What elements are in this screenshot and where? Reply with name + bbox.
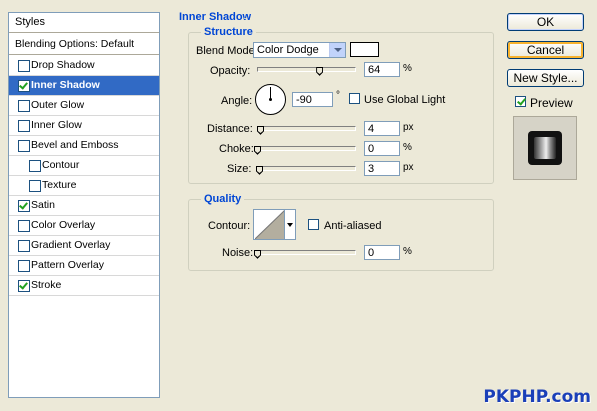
- size-slider-track[interactable]: [257, 166, 356, 171]
- choke-input[interactable]: 0: [364, 141, 400, 156]
- styles-header[interactable]: Styles: [9, 13, 159, 33]
- new-style-label: New Style...: [513, 71, 578, 85]
- quality-title: Quality: [201, 193, 245, 205]
- style-item-label: Bevel and Emboss: [31, 139, 119, 151]
- style-item-label: Contour: [42, 159, 80, 171]
- chevron-down-icon: [287, 223, 293, 227]
- distance-label: Distance:: [207, 123, 253, 135]
- style-item-bevel-and-emboss[interactable]: Bevel and Emboss: [9, 136, 159, 156]
- styles-list: Styles Blending Options: Default Drop Sh…: [8, 12, 160, 398]
- watermark: PKPHP.com: [483, 387, 591, 407]
- structure-title: Structure: [201, 26, 256, 38]
- style-item-satin[interactable]: Satin: [9, 196, 159, 216]
- angle-input[interactable]: -90: [292, 92, 333, 107]
- blending-options-label: Blending Options: Default: [15, 38, 135, 50]
- choke-label: Choke:: [219, 143, 254, 155]
- blend-mode-value: Color Dodge: [257, 44, 319, 56]
- noise-input[interactable]: 0: [364, 245, 400, 260]
- chevron-down-icon[interactable]: [329, 43, 345, 57]
- style-item-inner-glow[interactable]: Inner Glow: [9, 116, 159, 136]
- noise-slider-track[interactable]: [257, 250, 356, 255]
- style-item-label: Drop Shadow: [31, 59, 95, 71]
- style-item-label: Color Overlay: [31, 219, 96, 231]
- opacity-unit: %: [403, 63, 412, 74]
- style-item-inner-shadow[interactable]: Inner Shadow: [9, 76, 159, 96]
- style-item-checkbox[interactable]: [18, 80, 30, 92]
- style-item-label: Outer Glow: [31, 99, 85, 111]
- contour-curve-icon: [255, 210, 285, 239]
- preview-thumbnail: [513, 116, 577, 180]
- anti-aliased-label[interactable]: Anti-aliased: [324, 220, 381, 232]
- noise-unit: %: [403, 246, 412, 257]
- style-item-outer-glow[interactable]: Outer Glow: [9, 96, 159, 116]
- opacity-input[interactable]: 64: [364, 62, 400, 77]
- style-item-checkbox[interactable]: [18, 240, 30, 252]
- style-item-label: Inner Shadow: [31, 79, 100, 91]
- blend-mode-select[interactable]: Color Dodge: [253, 42, 346, 58]
- style-item-checkbox[interactable]: [18, 220, 30, 232]
- contour-picker[interactable]: [253, 209, 296, 240]
- size-unit: px: [403, 162, 414, 173]
- contour-dropdown-arrow[interactable]: [284, 210, 295, 239]
- style-item-checkbox[interactable]: [18, 280, 30, 292]
- style-item-gradient-overlay[interactable]: Gradient Overlay: [9, 236, 159, 256]
- use-global-light-checkbox[interactable]: [349, 93, 360, 104]
- style-item-label: Gradient Overlay: [31, 239, 111, 251]
- choke-slider-track[interactable]: [257, 146, 356, 151]
- size-label: Size:: [227, 163, 252, 175]
- style-item-label: Pattern Overlay: [31, 259, 104, 271]
- quality-group: [188, 199, 494, 271]
- choke-unit: %: [403, 142, 412, 153]
- blending-options-item[interactable]: Blending Options: Default: [9, 34, 159, 55]
- style-item-label: Inner Glow: [31, 119, 82, 131]
- distance-unit: px: [403, 122, 414, 133]
- opacity-slider-track[interactable]: [257, 67, 356, 72]
- style-item-drop-shadow[interactable]: Drop Shadow: [9, 56, 159, 76]
- style-item-checkbox[interactable]: [18, 140, 30, 152]
- opacity-label: Opacity:: [210, 65, 251, 77]
- style-item-checkbox[interactable]: [18, 60, 30, 72]
- distance-input[interactable]: 4: [364, 121, 400, 136]
- preview-swatch: [528, 131, 562, 165]
- preview-checkbox[interactable]: [515, 96, 526, 107]
- style-item-checkbox[interactable]: [18, 260, 30, 272]
- inner-shadow-divider: [244, 18, 246, 19]
- style-item-checkbox[interactable]: [29, 180, 41, 192]
- noise-label: Noise:: [222, 247, 254, 259]
- preview-label[interactable]: Preview: [530, 96, 573, 110]
- ok-button[interactable]: OK: [507, 13, 584, 31]
- contour-label: Contour:: [208, 220, 251, 232]
- style-item-color-overlay[interactable]: Color Overlay: [9, 216, 159, 236]
- style-item-label: Stroke: [31, 279, 62, 291]
- blend-color-swatch[interactable]: [350, 42, 379, 57]
- style-item-label: Satin: [31, 199, 55, 211]
- new-style-button[interactable]: New Style...: [507, 69, 584, 87]
- styles-title: Styles: [15, 16, 45, 28]
- use-global-light-label[interactable]: Use Global Light: [364, 94, 445, 106]
- style-item-checkbox[interactable]: [18, 120, 30, 132]
- size-input[interactable]: 3: [364, 161, 400, 176]
- style-item-label: Texture: [42, 179, 77, 191]
- angle-label: Angle:: [221, 95, 253, 107]
- blend-mode-label: Blend Mode:: [196, 45, 258, 57]
- angle-unit: °: [336, 90, 340, 101]
- distance-slider-track[interactable]: [257, 126, 356, 131]
- inner-shadow-title: Inner Shadow: [176, 11, 255, 23]
- style-item-stroke[interactable]: Stroke: [9, 276, 159, 296]
- style-item-texture[interactable]: Texture: [9, 176, 159, 196]
- style-item-contour[interactable]: Contour: [9, 156, 159, 176]
- style-item-checkbox[interactable]: [29, 160, 41, 172]
- anti-aliased-checkbox[interactable]: [308, 219, 319, 230]
- cancel-button[interactable]: Cancel: [507, 41, 584, 59]
- style-item-checkbox[interactable]: [18, 200, 30, 212]
- style-item-checkbox[interactable]: [18, 100, 30, 112]
- angle-dial[interactable]: [254, 83, 287, 116]
- style-item-pattern-overlay[interactable]: Pattern Overlay: [9, 256, 159, 276]
